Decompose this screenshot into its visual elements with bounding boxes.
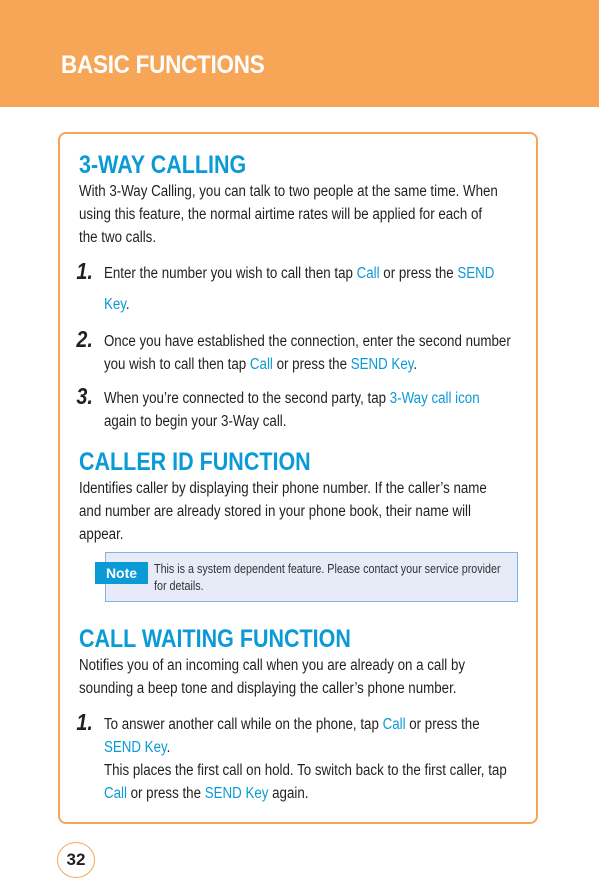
- step-text: Key.: [104, 293, 554, 316]
- step-item: 3. When you’re connected to the second p…: [76, 383, 529, 433]
- step-text: This places the first call on hold. To s…: [103, 762, 507, 779]
- section-title: CALL WAITING FUNCTION: [79, 625, 351, 653]
- text: or press the: [405, 716, 480, 733]
- step-text: SEND Key.: [104, 736, 554, 759]
- intro-line: appear.: [79, 526, 124, 543]
- intro-line: and number are already stored in your ph…: [79, 503, 471, 520]
- send-key-link: SEND Key: [204, 785, 269, 802]
- section-3-way-calling: 3-WAY CALLING With 3-Way Calling, you ca…: [79, 150, 529, 249]
- call-link: Call: [356, 265, 380, 282]
- note-line: for details.: [154, 579, 204, 593]
- intro-line: With 3-Way Calling, you can talk to two …: [79, 183, 498, 200]
- three-way-call-icon-link: 3-Way call icon: [389, 390, 480, 407]
- text: When you’re connected to the second part…: [103, 390, 390, 407]
- step-text: again to begin your 3-Way call.: [103, 413, 287, 430]
- send-key-link: SEND: [457, 265, 495, 282]
- send-key-link: SEND Key: [350, 356, 414, 373]
- page-title: BASIC FUNCTIONS: [61, 51, 265, 79]
- intro-line: Notifies you of an incoming call when yo…: [79, 657, 466, 674]
- page-number: 32: [57, 842, 95, 878]
- text: Enter the number you wish to call then t…: [103, 265, 357, 282]
- step-item: 1. Enter the number you wish to call the…: [76, 258, 529, 316]
- section-caller-id: CALLER ID FUNCTION Identifies caller by …: [79, 447, 529, 546]
- call-link: Call: [103, 785, 127, 802]
- step-text: Once you have established the connection…: [103, 333, 511, 350]
- note-label: Note: [95, 562, 148, 584]
- section-title: CALLER ID FUNCTION: [79, 448, 311, 476]
- text: you wish to call then tap: [103, 356, 250, 373]
- step-number: 1.: [76, 709, 93, 735]
- step-number: 3.: [76, 383, 93, 409]
- text: .: [413, 356, 418, 373]
- note-line: This is a system dependent feature. Plea…: [154, 562, 501, 576]
- step-text: you wish to call then tap Call or press …: [104, 353, 554, 376]
- text: or press the: [126, 785, 205, 802]
- step-text: Call or press the SEND Key again.: [104, 782, 554, 805]
- send-key-link: Key: [103, 296, 126, 313]
- intro-line: sounding a beep tone and displaying the …: [79, 680, 457, 697]
- send-key-link: SEND Key: [103, 739, 167, 756]
- intro-line: Identifies caller by displaying their ph…: [79, 480, 487, 497]
- text: .: [166, 739, 171, 756]
- call-link: Call: [382, 716, 406, 733]
- step-text: When you’re connected to the second part…: [104, 387, 554, 410]
- intro-line: the two calls.: [79, 229, 157, 246]
- step-number: 2.: [76, 326, 93, 352]
- step-text: To answer another call while on the phon…: [104, 713, 554, 736]
- intro-line: using this feature, the normal airtime r…: [79, 206, 483, 223]
- step-item: 2. Once you have established the connect…: [76, 326, 529, 376]
- step-item: 1. To answer another call while on the p…: [76, 709, 529, 805]
- call-link: Call: [249, 356, 273, 373]
- text: .: [125, 296, 130, 313]
- note-box: Note This is a system dependent feature.…: [95, 552, 518, 602]
- text: or press the: [272, 356, 351, 373]
- page-header: BASIC FUNCTIONS: [0, 0, 599, 107]
- text: To answer another call while on the phon…: [103, 716, 383, 733]
- text: or press the: [379, 265, 458, 282]
- step-number: 1.: [76, 258, 93, 284]
- note-text: This is a system dependent feature. Plea…: [154, 561, 507, 595]
- section-title: 3-WAY CALLING: [79, 151, 247, 179]
- step-text: Enter the number you wish to call then t…: [104, 262, 554, 285]
- section-call-waiting: CALL WAITING FUNCTION Notifies you of an…: [79, 624, 529, 700]
- text: again.: [268, 785, 309, 802]
